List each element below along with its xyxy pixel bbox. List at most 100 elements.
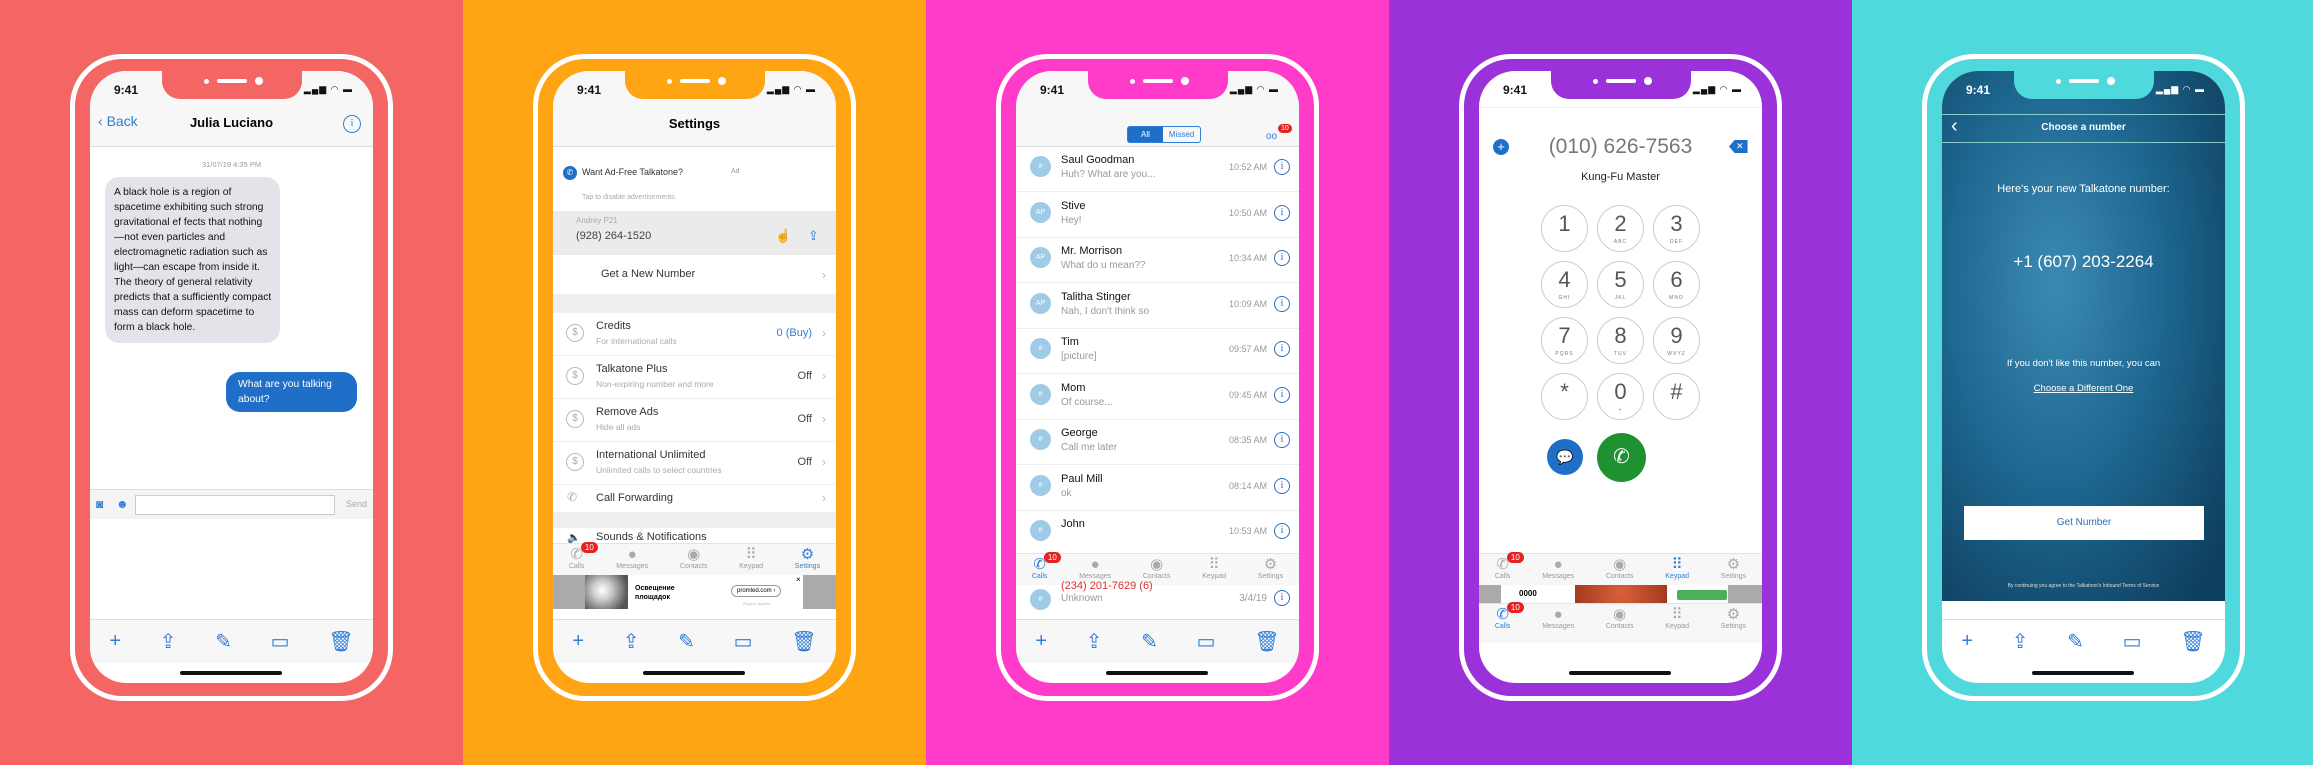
key-7[interactable]: 7 PQRS xyxy=(1541,317,1588,364)
tab-calls[interactable]: ✆ Calls 10 xyxy=(1032,552,1061,585)
get-new-number-row[interactable]: Get a New Number › xyxy=(553,255,836,295)
tab-contacts[interactable]: ◉ Contacts xyxy=(680,544,708,575)
folder-icon[interactable]: ▭ xyxy=(271,629,290,654)
tab-keypad[interactable]: ⠿ Keypad xyxy=(1665,604,1689,643)
info-icon[interactable]: i xyxy=(1274,204,1290,221)
info-icon[interactable]: i xyxy=(1274,432,1290,448)
tab-contacts[interactable]: ◉ Contacts xyxy=(1606,554,1634,585)
settings-row[interactable]: $ Remove Ads Hide all ads Off › xyxy=(553,399,836,442)
message-input[interactable] xyxy=(135,495,335,515)
info-icon[interactable]: i xyxy=(1274,341,1290,357)
compose-icon[interactable]: ✎ xyxy=(2067,629,2084,654)
trash-icon[interactable]: 🗑 xyxy=(1254,629,1279,654)
call-row[interactable]: # Mom Of course... 09:45 AM i xyxy=(1016,374,1299,420)
plus-icon[interactable]: + xyxy=(109,630,121,653)
folder-icon[interactable]: ▭ xyxy=(1197,629,1216,654)
tab-calls[interactable]: ✆ Calls 10 xyxy=(1495,552,1524,585)
share-icon[interactable]: ⇪ xyxy=(160,629,177,654)
row-title: Remove Ads xyxy=(596,406,659,418)
info-icon[interactable]: i xyxy=(343,115,361,133)
folder-icon[interactable]: ▭ xyxy=(734,629,753,654)
info-icon[interactable]: i xyxy=(1274,250,1290,266)
info-icon[interactable]: i xyxy=(1274,590,1290,606)
banner-close-button[interactable]: × xyxy=(796,575,801,584)
call-row[interactable]: # Saul Goodman Huh? What are you... 10:52 A… xyxy=(1016,147,1299,192)
camera-icon[interactable]: ◙ xyxy=(96,497,103,511)
ad-banner[interactable]: Освещение площадок promled.com › Яндекс.… xyxy=(553,575,836,609)
hand-tap-icon[interactable]: ☝ xyxy=(775,228,791,244)
tab-contacts[interactable]: ◉ Contacts xyxy=(1606,604,1634,643)
banner-cta[interactable] xyxy=(1677,590,1727,600)
tab-settings[interactable]: ⚙ Settings xyxy=(795,544,820,575)
folder-icon[interactable]: ▭ xyxy=(2123,629,2142,654)
tab-settings[interactable]: ⚙ Settings xyxy=(1258,554,1283,585)
call-row[interactable]: AP Mr. Morrison What do u mean?? 10:34 AM i xyxy=(1016,238,1299,283)
settings-row[interactable]: $ Credits For international calls 0 (Buy) › xyxy=(553,313,836,356)
trash-icon[interactable]: 🗑 xyxy=(328,629,353,654)
key-5[interactable]: 5 JKL xyxy=(1597,261,1644,308)
trash-icon[interactable]: 🗑 xyxy=(791,629,816,654)
tab-label: Keypad xyxy=(1665,573,1690,580)
compose-icon[interactable]: ✎ xyxy=(678,629,695,654)
banner-link[interactable]: promled.com › xyxy=(731,585,782,597)
segment-missed[interactable]: Missed xyxy=(1163,127,1200,142)
share-icon[interactable]: ⇪ xyxy=(808,228,819,244)
emoji-icon[interactable]: ☻ xyxy=(116,497,129,511)
send-button[interactable]: Send xyxy=(346,499,367,509)
ad-free-promo[interactable]: ✆ Want Ad-Free Talkatone? Ad Tap to disa… xyxy=(553,148,836,211)
tab-settings[interactable]: ⚙ Settings xyxy=(1721,604,1746,643)
settings-row[interactable]: $ Talkatone Plus Non-expiring number and m… xyxy=(553,356,836,399)
share-icon[interactable]: ⇪ xyxy=(2012,629,2029,654)
call-row[interactable]: # John 10:53 AM i xyxy=(1016,511,1299,556)
tab-keypad[interactable]: ⠿ Keypad xyxy=(739,544,763,575)
key-9[interactable]: 9 WXYZ xyxy=(1653,317,1700,364)
key-3[interactable]: 3 DEF xyxy=(1653,205,1700,252)
call-forwarding-row[interactable]: ✆ Call Forwarding › xyxy=(553,485,836,513)
tab-calls[interactable]: ✆ Calls 10 xyxy=(1495,602,1524,643)
call-row[interactable]: AP Talitha Stinger Nah, I don't think so 10… xyxy=(1016,283,1299,329)
plus-icon[interactable]: + xyxy=(1035,630,1047,653)
tab-messages[interactable]: ● Messages xyxy=(1542,554,1574,585)
missed-call-row[interactable]: # (234) 201-7629 (6) Unknown 3/4/19 i xyxy=(1016,580,1299,619)
key-#[interactable]: # xyxy=(1653,373,1700,420)
tab-calls[interactable]: ✆ Calls 10 xyxy=(569,542,598,575)
plus-icon[interactable]: + xyxy=(1961,630,1973,653)
tab-settings[interactable]: ⚙ Settings xyxy=(1721,554,1746,585)
key-*[interactable]: * xyxy=(1541,373,1588,420)
info-icon[interactable]: i xyxy=(1274,159,1290,175)
tab-messages[interactable]: ● Messages xyxy=(616,544,648,575)
info-icon[interactable]: i xyxy=(1274,295,1290,312)
call-row[interactable]: AP Stive Hey! 10:50 AM i xyxy=(1016,192,1299,238)
call-button[interactable]: ✆ xyxy=(1597,433,1646,482)
tab-keypad[interactable]: ⠿ Keypad xyxy=(1202,554,1226,585)
segment-all[interactable]: All xyxy=(1128,127,1163,142)
settings-row[interactable]: $ International Unlimited Unlimited calls … xyxy=(553,442,836,485)
plus-icon[interactable]: + xyxy=(572,630,584,653)
key-8[interactable]: 8 TUV xyxy=(1597,317,1644,364)
share-icon[interactable]: ⇪ xyxy=(1086,629,1103,654)
get-number-button[interactable]: Get Number xyxy=(1964,506,2204,540)
call-row[interactable]: # George Call me later 08:35 AM i xyxy=(1016,420,1299,465)
compose-icon[interactable]: ✎ xyxy=(1141,629,1158,654)
call-row[interactable]: # Paul Mill ok 08:14 AM i xyxy=(1016,465,1299,511)
message-button[interactable]: 💬 xyxy=(1547,439,1583,475)
tab-keypad[interactable]: ⠿ Keypad xyxy=(1665,554,1689,585)
contacts-icon: ◉ xyxy=(1150,556,1164,573)
trash-icon[interactable]: 🗑 xyxy=(2180,629,2205,654)
key-6[interactable]: 6 MNO xyxy=(1653,261,1700,308)
call-time: 10:52 AM xyxy=(1228,162,1267,172)
key-4[interactable]: 4 GHI xyxy=(1541,261,1588,308)
voicemail-icon[interactable]: oo xyxy=(1266,131,1277,142)
call-row[interactable]: # Tim [picture] 09:57 AM i xyxy=(1016,329,1299,374)
compose-icon[interactable]: ✎ xyxy=(215,629,232,654)
choose-different-link[interactable]: Choose a Different One xyxy=(1942,383,2225,394)
info-icon[interactable]: i xyxy=(1274,523,1290,539)
info-icon[interactable]: i xyxy=(1274,477,1290,494)
key-2[interactable]: 2 ABC xyxy=(1597,205,1644,252)
share-icon[interactable]: ⇪ xyxy=(623,629,640,654)
key-0[interactable]: 0 + xyxy=(1597,373,1644,420)
info-icon[interactable]: i xyxy=(1274,386,1290,403)
ad-banner[interactable]: 0000 xyxy=(1479,585,1762,603)
key-1[interactable]: 1 xyxy=(1541,205,1588,252)
tab-messages[interactable]: ● Messages xyxy=(1542,604,1574,643)
